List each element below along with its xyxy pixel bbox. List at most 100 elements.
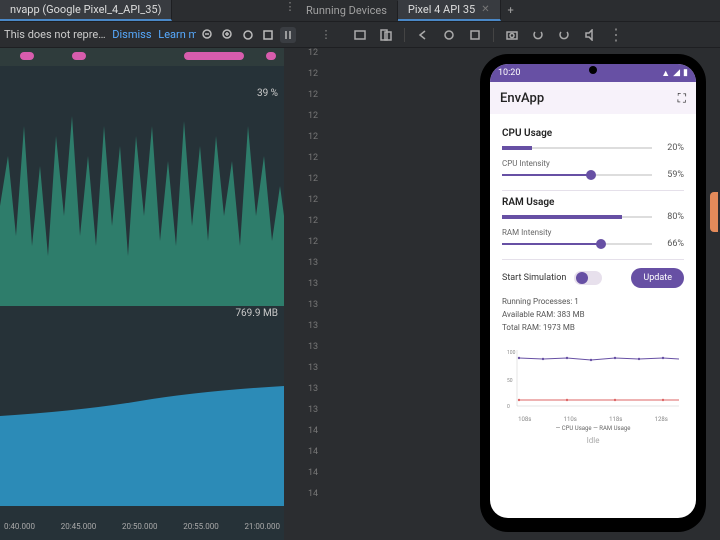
ruler-tick: 13 (284, 384, 340, 405)
app-bar: EnvApp ⛶ (490, 82, 696, 114)
ram-usage-title: RAM Usage (502, 197, 684, 208)
xaxis-tick: 20:45.000 (61, 522, 97, 540)
memory-chart[interactable]: 769.9 MB (0, 306, 284, 506)
ruler-tick: 12 (284, 90, 340, 111)
rotate-left-icon[interactable] (530, 27, 546, 43)
wifi-icon: ▲ (661, 68, 670, 79)
camera-notch (589, 66, 597, 74)
total-label: Total RAM: (502, 323, 541, 332)
ruler-tick: 12 (284, 48, 340, 69)
ruler-tick: 12 (284, 69, 340, 90)
time-ruler: 1212121212121212121213131313131313131414… (284, 48, 340, 540)
device-overflow-icon[interactable]: ⋮ (608, 25, 620, 44)
signal-icon: ◢ (673, 68, 680, 78)
home-icon[interactable] (441, 27, 457, 43)
ruler-tick: 13 (284, 321, 340, 342)
tab-overflow-icon[interactable]: ⋮ (284, 0, 296, 21)
ruler-tick: 12 (284, 153, 340, 174)
tab-profiler-label: nvapp (Google Pixel_4_API_35) (10, 3, 161, 16)
svg-text:0: 0 (507, 404, 510, 410)
session-pill[interactable] (20, 52, 34, 60)
cpu-intensity-label: CPU Intensity (502, 159, 684, 168)
status-time: 10:20 (498, 68, 520, 78)
ruler-tick: 12 (284, 174, 340, 195)
stats-block: Running Processes: 1 Available RAM: 383 … (502, 296, 684, 334)
avail-label: Available RAM: (502, 310, 555, 319)
ruler-tick: 13 (284, 342, 340, 363)
ruler-tick: 12 (284, 132, 340, 153)
session-pill[interactable] (184, 52, 244, 60)
mini-chart-xaxis: 108s 110s 118s 128s (502, 416, 684, 423)
ruler-tick: 14 (284, 447, 340, 468)
memory-label: 769.9 MB (235, 308, 278, 319)
xaxis-tick: 21:00.000 (244, 522, 280, 540)
fullscreen-icon[interactable]: ⛶ (678, 91, 686, 106)
tab-device-label: Pixel 4 API 35 (408, 3, 475, 16)
ram-usage-value: 80% (658, 212, 684, 222)
ruler-tick: 14 (284, 426, 340, 447)
procs-label: Running Processes: (502, 297, 572, 306)
tab-running-devices-label: Running Devices (306, 4, 387, 17)
xaxis-tick: 0:40.000 (4, 522, 35, 540)
app-title: EnvApp (500, 91, 544, 106)
ruler-tick: 12 (284, 237, 340, 258)
dismiss-link[interactable]: Dismiss (112, 28, 151, 41)
cpu-chart[interactable]: 39 % (0, 66, 284, 306)
window-icon[interactable] (352, 27, 368, 43)
phone-frame: 10:20 ▲ ◢ ▮ EnvApp ⛶ CPU Usage 20% CPU I… (480, 54, 706, 532)
zoom-out-icon[interactable] (200, 27, 216, 43)
ruler-tick: 13 (284, 300, 340, 321)
ram-intensity-label: RAM Intensity (502, 228, 684, 237)
panel-overflow-icon[interactable]: ⋮ (320, 28, 332, 41)
ruler-tick: 12 (284, 216, 340, 237)
ruler-tick: 12 (284, 195, 340, 216)
attach-icon[interactable] (260, 27, 276, 43)
overview-icon[interactable] (467, 27, 483, 43)
ruler-tick: 13 (284, 363, 340, 384)
ram-intensity-value: 66% (658, 239, 684, 249)
svg-text:50: 50 (507, 378, 513, 384)
tab-running-devices[interactable]: Running Devices (296, 1, 398, 20)
profiler-xaxis: 0:40.000 20:45.000 20:50.000 20:55.000 2… (0, 522, 284, 540)
cpu-intensity-value: 59% (658, 170, 684, 180)
ruler-tick: 13 (284, 405, 340, 426)
close-icon[interactable]: ✕ (481, 4, 489, 15)
ruler-tick: 14 (284, 489, 340, 510)
android-status-bar: 10:20 ▲ ◢ ▮ (490, 64, 696, 82)
xaxis-tick: 20:55.000 (183, 522, 219, 540)
cpu-pct-label: 39 % (257, 88, 278, 99)
add-tab-button[interactable]: + (501, 1, 521, 20)
reset-zoom-icon[interactable] (240, 27, 256, 43)
mini-chart-legend: — CPU Usage — RAM Usage (502, 425, 684, 432)
update-button[interactable]: Update (631, 268, 684, 288)
tab-device[interactable]: Pixel 4 API 35 ✕ (398, 0, 501, 21)
rotate-right-icon[interactable] (556, 27, 572, 43)
ram-usage-bar (502, 216, 652, 218)
xaxis-tick: 20:50.000 (122, 522, 158, 540)
devices-icon[interactable] (378, 27, 394, 43)
battery-icon: ▮ (683, 68, 688, 78)
side-handle[interactable] (710, 192, 718, 232)
idle-label: Idle (502, 436, 684, 445)
session-pill[interactable] (266, 52, 276, 60)
ruler-tick: 14 (284, 468, 340, 489)
device-toolbar: ⋮ (340, 22, 720, 48)
avail-value: 383 MB (557, 310, 584, 319)
learn-more-link[interactable]: Learn more (158, 28, 196, 41)
cpu-intensity-slider[interactable] (502, 174, 652, 176)
cpu-usage-title: CPU Usage (502, 128, 684, 139)
pause-icon[interactable] (280, 27, 296, 43)
screenshot-icon[interactable] (504, 27, 520, 43)
warning-banner: This does not repre… Dismiss Learn more (0, 28, 196, 41)
zoom-in-icon[interactable] (220, 27, 236, 43)
session-pill[interactable] (72, 52, 86, 60)
svg-text:100: 100 (507, 350, 516, 356)
start-sim-toggle[interactable] (574, 271, 602, 285)
ruler-tick: 12 (284, 111, 340, 132)
volume-icon[interactable] (582, 27, 598, 43)
back-icon[interactable] (415, 27, 431, 43)
tab-profiler[interactable]: nvapp (Google Pixel_4_API_35) (0, 0, 172, 21)
warning-text: This does not repre… (4, 28, 106, 41)
ram-intensity-slider[interactable] (502, 243, 652, 245)
total-value: 1973 MB (543, 323, 575, 332)
